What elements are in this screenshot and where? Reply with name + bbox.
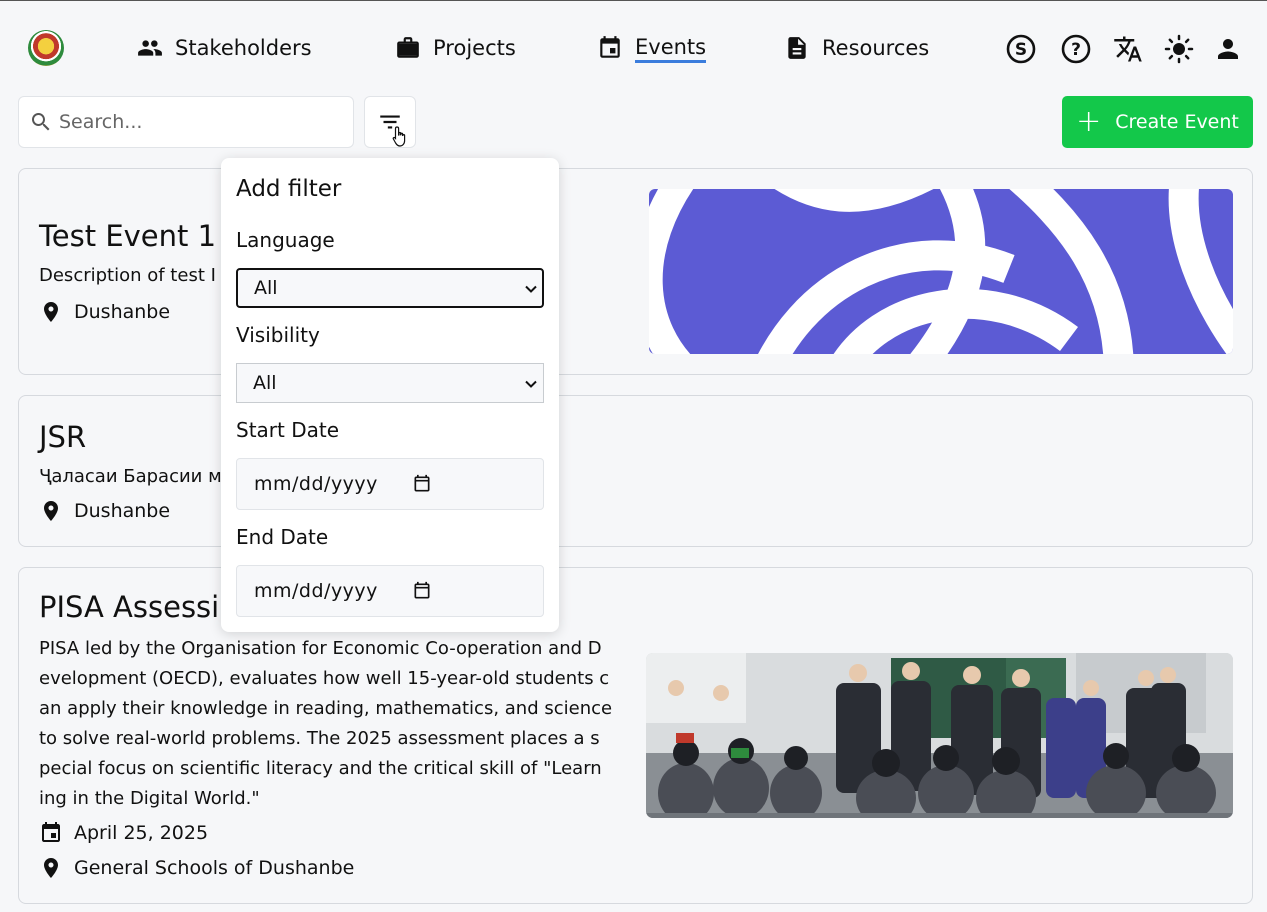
classroom-photo-graphic <box>646 653 1233 818</box>
description-line: pecial focus on scientific literacy and … <box>39 758 602 779</box>
nav-label: Resources <box>822 36 930 60</box>
create-event-label: Create Event <box>1115 111 1239 133</box>
visibility-label: Visibility <box>236 323 320 347</box>
event-title: PISA Assessi <box>39 590 220 624</box>
calendar-picker-icon[interactable] <box>412 581 432 601</box>
location-text: Dushanbe <box>74 301 171 323</box>
filter-popover: Add filter Language All Visibility All S… <box>221 158 559 632</box>
event-description: PISA led by the Organisation for Economi… <box>39 634 639 814</box>
event-location: Dushanbe <box>39 300 170 324</box>
event-description: Ҷаласаи Барасии м <box>39 466 222 487</box>
location-pin-icon <box>44 858 58 878</box>
calendar-icon <box>600 36 620 58</box>
plus-icon: + <box>1076 104 1102 139</box>
visibility-select-box[interactable]: All <box>236 363 544 403</box>
filter-icon <box>380 115 400 129</box>
start-date-input[interactable]: mm/dd/yyyy <box>236 458 544 510</box>
event-card[interactable]: Test Event 1 Description of test I Dusha… <box>18 168 1253 375</box>
language-label: Language <box>236 228 335 252</box>
end-date-label: End Date <box>236 525 329 549</box>
svg-text:?: ? <box>1071 40 1081 60</box>
end-date-value: mm/dd/yyyy <box>254 580 378 602</box>
event-banner-image <box>649 189 1233 354</box>
location-pin-icon <box>44 302 58 322</box>
currency-icon: S <box>1006 34 1036 64</box>
start-date-label: Start Date <box>236 418 340 442</box>
date-text: April 25, 2025 <box>74 822 209 844</box>
nav-stakeholders[interactable]: Stakeholders <box>137 31 312 65</box>
nav-label: Projects <box>433 36 516 60</box>
start-date-value: mm/dd/yyyy <box>254 473 378 495</box>
search-box[interactable] <box>18 96 354 148</box>
nav-label: Events <box>635 34 707 63</box>
sun-icon <box>1164 34 1194 64</box>
translate-icon <box>1114 36 1142 62</box>
location-text: Dushanbe <box>74 500 171 522</box>
emblem-logo[interactable] <box>28 30 64 66</box>
event-photo <box>646 653 1233 818</box>
event-date: April 25, 2025 <box>39 821 208 845</box>
search-input[interactable] <box>59 111 329 133</box>
location-pin-icon <box>44 501 58 521</box>
language-select-box[interactable]: All <box>236 268 544 308</box>
svg-text:S: S <box>1015 40 1027 60</box>
help-button[interactable]: ? <box>1059 32 1093 66</box>
help-icon: ? <box>1061 34 1091 64</box>
language-select[interactable]: All <box>236 268 544 308</box>
currency-button[interactable]: S <box>1004 32 1038 66</box>
translate-button[interactable] <box>1111 32 1145 66</box>
description-line: to solve real-world problems. The 2025 a… <box>39 728 600 749</box>
event-title: JSR <box>39 420 87 454</box>
description-line: ing in the Digital World." <box>39 788 260 809</box>
filter-button[interactable] <box>364 96 416 148</box>
calendar-picker-icon[interactable] <box>412 474 432 494</box>
user-icon <box>1218 39 1238 59</box>
briefcase-icon <box>397 37 419 58</box>
description-line: evelopment (OECD), evaluates how well 15… <box>39 668 610 689</box>
user-menu-button[interactable] <box>1211 32 1245 66</box>
abstract-logo-graphic <box>649 189 1233 354</box>
visibility-select[interactable]: All <box>236 363 544 403</box>
create-event-button[interactable]: + Create Event <box>1062 96 1253 148</box>
theme-toggle-button[interactable] <box>1162 32 1196 66</box>
search-icon <box>32 113 50 131</box>
filter-title: Add filter <box>236 176 342 202</box>
event-card[interactable]: PISA Assessi PISA led by the Organisatio… <box>18 567 1253 904</box>
document-icon <box>788 37 806 59</box>
nav-resources[interactable]: Resources <box>784 31 929 65</box>
visibility-value: All <box>253 372 277 394</box>
people-icon <box>138 40 162 56</box>
event-card[interactable]: JSR Ҷаласаи Барасии м Dushanbe <box>18 395 1253 547</box>
event-title: Test Event 1 <box>39 219 217 253</box>
nav-events[interactable]: Events <box>597 31 707 65</box>
event-location: General Schools of Dushanbe <box>39 856 354 880</box>
location-text: General Schools of Dushanbe <box>74 857 355 879</box>
end-date-input[interactable]: mm/dd/yyyy <box>236 565 544 617</box>
language-value: All <box>254 277 278 299</box>
calendar-icon <box>42 822 60 842</box>
event-description: Description of test I <box>39 265 216 286</box>
nav-label: Stakeholders <box>175 36 312 60</box>
event-location: Dushanbe <box>39 499 170 523</box>
top-navigation: Stakeholders Projects Events Resources S… <box>0 1 1267 91</box>
nav-projects[interactable]: Projects <box>395 31 516 65</box>
description-line: PISA led by the Organisation for Economi… <box>39 638 602 659</box>
description-line: an apply their knowledge in reading, mat… <box>39 698 613 719</box>
